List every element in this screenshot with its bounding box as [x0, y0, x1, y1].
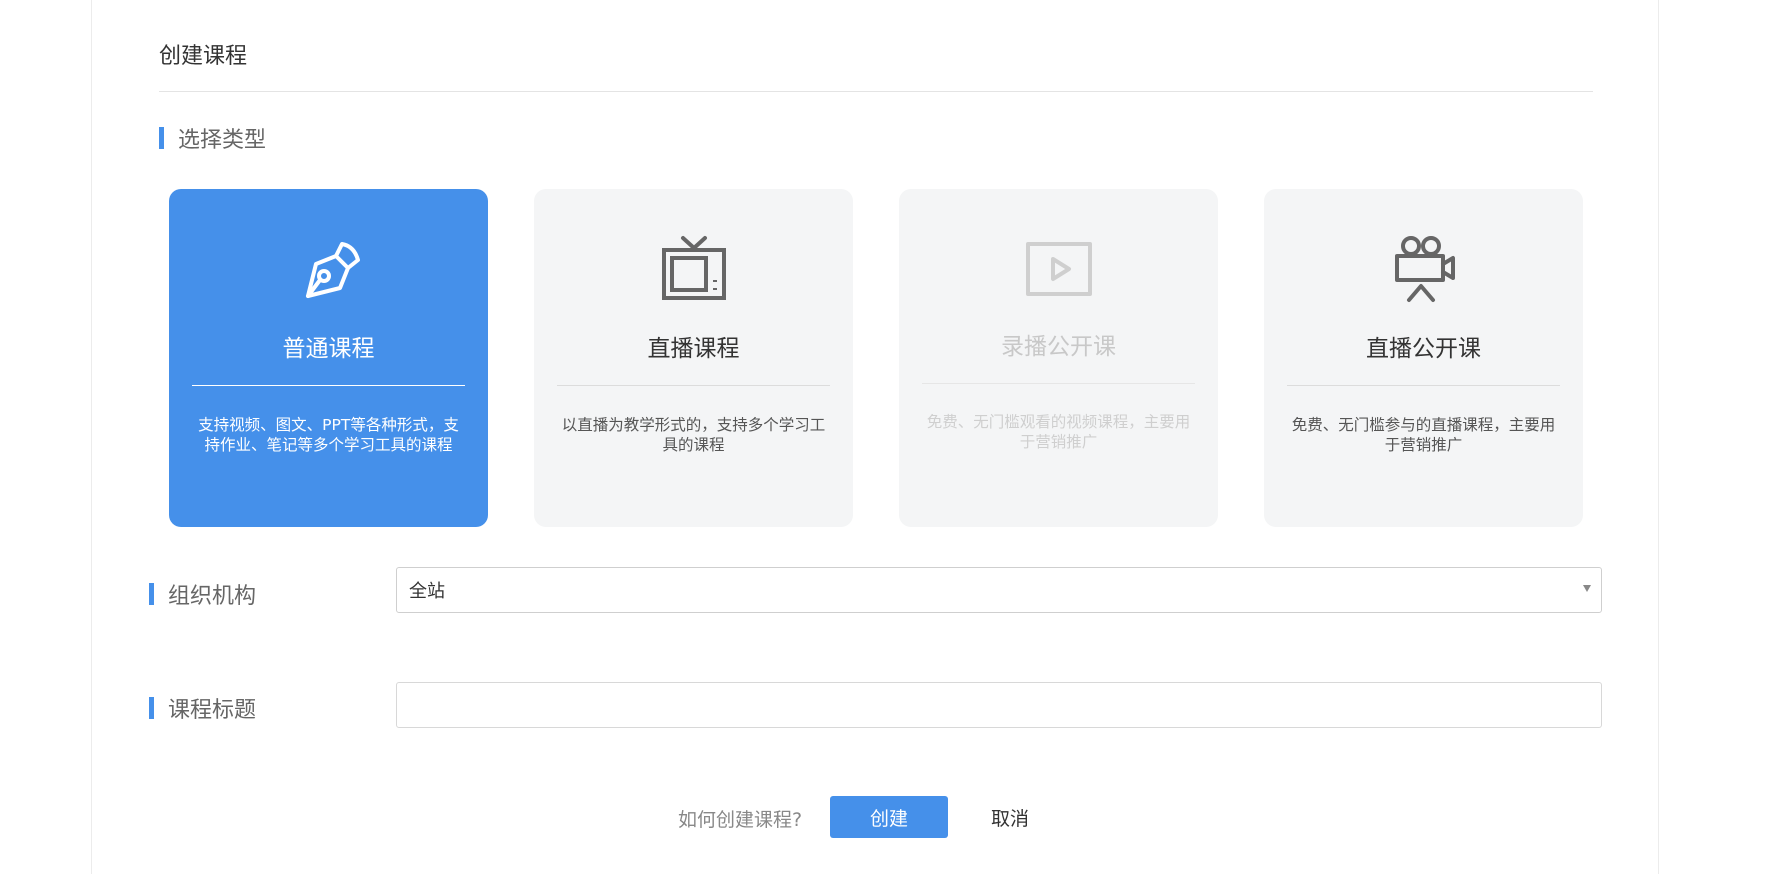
card-description: 免费、无门槛参与的直播课程，主要用于营销推广: [1291, 416, 1556, 454]
org-field-label: 组织机构: [149, 578, 256, 610]
course-type-card-recorded-open: 录播公开课 免费、无门槛观看的视频课程，主要用于营销推广: [899, 189, 1218, 527]
card-divider: [557, 385, 830, 386]
course-type-card-live-open[interactable]: 直播公开课 免费、无门槛参与的直播课程，主要用于营销推广: [1264, 189, 1583, 527]
section-marker: [149, 697, 154, 719]
page-title: 创建课程: [159, 44, 248, 69]
chevron-down-icon: [1583, 585, 1591, 592]
movie-camera-icon: [1264, 235, 1583, 303]
card-name: 直播公开课: [1366, 336, 1481, 362]
card-description: 支持视频、图文、PPT等各种形式，支持作业、笔记等多个学习工具的课程: [198, 416, 459, 454]
how-to-create-link[interactable]: 如何创建课程?: [678, 805, 802, 832]
pen-nib-icon: [169, 235, 488, 303]
section-marker: [159, 127, 164, 149]
course-title-input[interactable]: [396, 682, 1602, 728]
video-play-icon: [899, 235, 1218, 303]
section-marker: [149, 583, 154, 605]
card-name: 录播公开课: [1001, 334, 1116, 360]
card-description: 免费、无门槛观看的视频课程，主要用于营销推广: [926, 413, 1191, 451]
card-description: 以直播为教学形式的，支持多个学习工具的课程: [561, 416, 826, 454]
title-divider: [159, 91, 1593, 92]
card-name: 直播课程: [647, 336, 740, 362]
type-section-label-text: 选择类型: [178, 128, 267, 153]
card-divider: [192, 385, 465, 386]
title-field-label-text: 课程标题: [168, 698, 257, 723]
org-select-value: 全站: [409, 581, 445, 602]
tv-icon: [534, 235, 853, 303]
type-section-label: 选择类型: [159, 122, 266, 154]
org-field-label-text: 组织机构: [168, 584, 257, 609]
org-select[interactable]: 全站: [396, 567, 1602, 613]
create-button[interactable]: 创建: [830, 796, 948, 838]
card-divider: [1287, 385, 1560, 386]
card-divider: [922, 383, 1195, 384]
course-type-card-normal[interactable]: 普通课程 支持视频、图文、PPT等各种形式，支持作业、笔记等多个学习工具的课程: [169, 189, 488, 527]
main-panel: 创建课程 选择类型 普通课程 支持视频、图文、PPT等各种形式，支持作业、笔记等…: [91, 0, 1659, 874]
title-field-label: 课程标题: [149, 692, 256, 724]
cancel-button[interactable]: 取消: [980, 796, 1040, 838]
course-type-card-live[interactable]: 直播课程 以直播为教学形式的，支持多个学习工具的课程: [534, 189, 853, 527]
card-name: 普通课程: [282, 336, 375, 362]
